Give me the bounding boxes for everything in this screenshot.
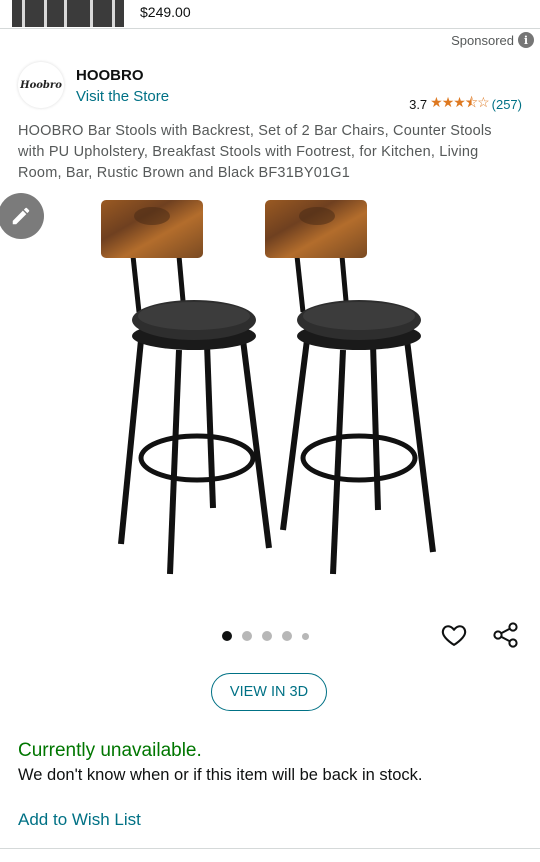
- edit-pencil-button[interactable]: [0, 193, 44, 239]
- brand-logo-text: Hoobro: [20, 79, 62, 91]
- add-to-wish-list-link[interactable]: Add to Wish List: [18, 810, 141, 830]
- review-count-link[interactable]: (257): [492, 97, 522, 112]
- previous-result-thumbnail[interactable]: [12, 0, 124, 27]
- image-carousel-dots[interactable]: [222, 631, 309, 641]
- product-title[interactable]: HOOBRO Bar Stools with Backrest, Set of …: [18, 121, 518, 184]
- previous-result-strip[interactable]: $249.00: [0, 0, 540, 29]
- carousel-dot-5[interactable]: [302, 632, 309, 640]
- info-icon[interactable]: i: [518, 32, 534, 48]
- brand-name: HOOBRO: [76, 67, 144, 84]
- rating-summary[interactable]: 3.7 ★★★⯪☆ (257): [409, 92, 522, 116]
- brand-logo[interactable]: Hoobro: [18, 62, 64, 108]
- share-icon[interactable]: [492, 621, 520, 649]
- view-in-3d-button[interactable]: VIEW IN 3D: [211, 673, 327, 711]
- section-divider: [0, 848, 540, 849]
- sponsored-label[interactable]: Sponsored i: [451, 32, 534, 48]
- carousel-dot-2[interactable]: [242, 631, 252, 641]
- sponsored-text: Sponsored: [451, 32, 514, 48]
- carousel-dot-4[interactable]: [282, 631, 292, 641]
- pencil-icon: [12, 207, 30, 225]
- heart-icon[interactable]: [440, 621, 468, 649]
- carousel-dot-1[interactable]: [222, 631, 232, 641]
- star-rating-icon: ★★★⯪☆: [430, 94, 489, 110]
- availability-status: Currently unavailable.: [18, 740, 202, 761]
- stock-note: We don't know when or if this item will …: [18, 766, 423, 784]
- product-image[interactable]: [95, 192, 445, 584]
- previous-result-price: $249.00: [140, 4, 191, 20]
- rating-value: 3.7: [409, 96, 428, 112]
- visit-store-link[interactable]: Visit the Store: [76, 88, 169, 105]
- carousel-dot-3[interactable]: [262, 631, 272, 641]
